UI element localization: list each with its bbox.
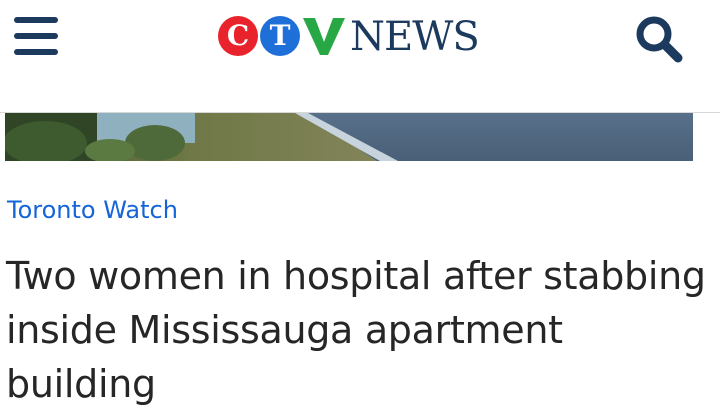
article-hero-image [5, 113, 693, 161]
article-category-link[interactable]: Toronto Watch [7, 193, 178, 227]
search-button[interactable] [634, 14, 686, 64]
logo-letter-v [303, 18, 345, 55]
logo-wordmark: NEWS [350, 14, 480, 60]
article-headline: Two women in hospital after stabbing ins… [6, 254, 706, 406]
menu-button[interactable] [14, 16, 58, 56]
logo-letter-t: T [260, 16, 300, 56]
site-header: C T NEWS [0, 0, 720, 113]
ctv-news-logo[interactable]: C T NEWS [218, 10, 488, 62]
search-icon [636, 16, 683, 63]
logo-letter-c: C [218, 16, 258, 56]
